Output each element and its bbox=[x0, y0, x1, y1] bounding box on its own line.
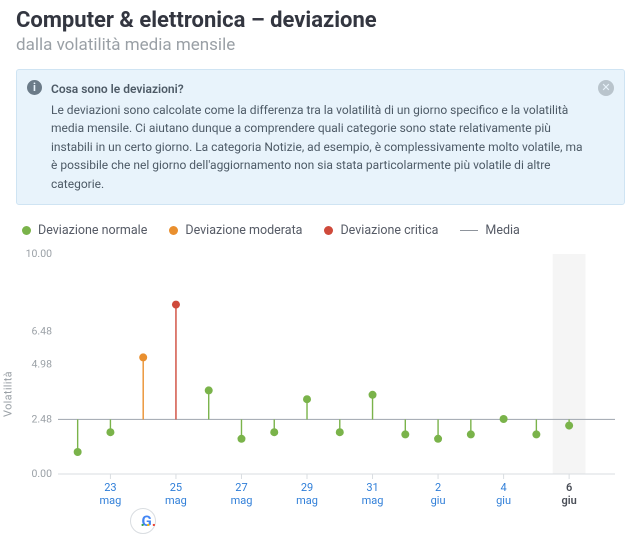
x-tick-label: 27 bbox=[235, 481, 247, 494]
x-tick-label: 4 bbox=[501, 481, 507, 494]
y-tick-label: 2.48 bbox=[32, 412, 53, 425]
page-subtitle: dalla volatilità media mensile bbox=[16, 35, 625, 55]
info-question: Cosa sono le deviazioni? bbox=[51, 80, 590, 99]
data-point[interactable] bbox=[74, 448, 82, 456]
x-tick-label: 6 bbox=[566, 481, 572, 494]
legend-media: Media bbox=[460, 223, 519, 238]
chart-area: Volatilità 0.002.484.986.4810.0023mag25m… bbox=[16, 244, 625, 544]
chart-legend: Deviazione normale Deviazione moderata D… bbox=[16, 223, 625, 238]
data-point[interactable] bbox=[172, 300, 180, 308]
y-tick-label: 10.00 bbox=[26, 247, 52, 260]
line-icon bbox=[460, 230, 478, 231]
data-point[interactable] bbox=[336, 428, 344, 436]
data-point[interactable] bbox=[139, 353, 147, 361]
highlight-band bbox=[553, 254, 586, 474]
dot-icon bbox=[324, 226, 333, 235]
data-point[interactable] bbox=[237, 434, 245, 442]
chart-svg: 0.002.484.986.4810.0023mag25mag27mag29ma… bbox=[16, 244, 625, 514]
data-point[interactable] bbox=[106, 428, 114, 436]
y-tick-label: 4.98 bbox=[32, 357, 53, 370]
info-box: i ✕ Cosa sono le deviazioni? Le deviazio… bbox=[16, 69, 625, 205]
y-axis-label: Volatilità bbox=[2, 371, 15, 417]
legend-critical: Deviazione critica bbox=[324, 223, 438, 238]
x-tick-label: 2 bbox=[435, 481, 441, 494]
data-point[interactable] bbox=[500, 415, 508, 423]
data-point[interactable] bbox=[401, 430, 409, 438]
y-tick-label: 0.00 bbox=[32, 467, 53, 480]
legend-label: Media bbox=[485, 223, 519, 238]
info-body: Le deviazioni sono calcolate come la dif… bbox=[51, 101, 590, 194]
google-marker-icon[interactable]: G... bbox=[130, 508, 156, 534]
legend-label: Deviazione critica bbox=[340, 223, 438, 238]
data-point[interactable] bbox=[303, 395, 311, 403]
legend-normal: Deviazione normale bbox=[22, 223, 147, 238]
data-point[interactable] bbox=[434, 434, 442, 442]
legend-label: Deviazione normale bbox=[38, 223, 147, 238]
data-point[interactable] bbox=[270, 428, 278, 436]
close-icon[interactable]: ✕ bbox=[598, 80, 614, 96]
y-tick-label: 6.48 bbox=[32, 324, 53, 337]
data-point[interactable] bbox=[532, 430, 540, 438]
info-icon: i bbox=[27, 80, 42, 95]
legend-moderate: Deviazione moderata bbox=[169, 223, 302, 238]
dot-icon bbox=[22, 226, 31, 235]
x-tick-label: 23 bbox=[104, 481, 116, 494]
legend-label: Deviazione moderata bbox=[185, 223, 302, 238]
x-tick-label: 29 bbox=[301, 481, 313, 494]
page-title: Computer & elettronica – deviazione bbox=[16, 8, 625, 33]
x-tick-label: 31 bbox=[366, 481, 378, 494]
data-point[interactable] bbox=[369, 390, 377, 398]
dot-icon bbox=[169, 226, 178, 235]
data-point[interactable] bbox=[467, 430, 475, 438]
data-point[interactable] bbox=[565, 421, 573, 429]
x-tick-label: 25 bbox=[170, 481, 182, 494]
data-point[interactable] bbox=[205, 386, 213, 394]
